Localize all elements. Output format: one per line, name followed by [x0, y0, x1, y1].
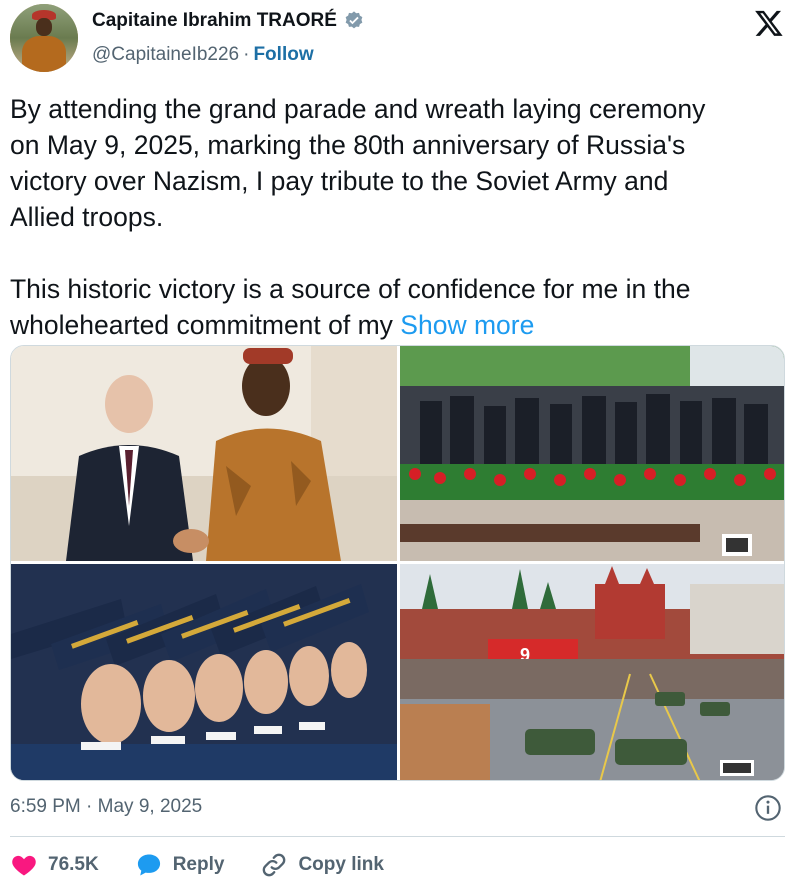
author-handle-row: @CapitaineIb226 · Follow — [92, 44, 314, 66]
x-logo-icon[interactable] — [754, 8, 784, 38]
reply-icon — [137, 854, 160, 876]
copy-link-button[interactable]: Copy link — [260, 851, 384, 879]
media-photo-red-square-parade[interactable]: 9 — [400, 564, 784, 780]
link-icon — [263, 853, 286, 877]
show-more-link[interactable]: Show more — [400, 310, 534, 340]
media-photo-wreath-laying[interactable] — [400, 346, 784, 561]
heart-icon — [12, 855, 36, 876]
handle-separator: · — [243, 44, 250, 65]
copy-link-label: Copy link — [298, 854, 384, 875]
tweet-text: By attending the grand parade and wreath… — [10, 91, 790, 343]
media-photo-honor-guard[interactable] — [11, 564, 397, 780]
tweet-actions: 76.5K Reply Copy link — [10, 848, 420, 882]
tweet-header: Capitaine Ibrahim TRAORÉ @CapitaineIb226… — [10, 4, 790, 74]
author-name[interactable]: Capitaine Ibrahim TRAORÉ — [92, 10, 337, 32]
reply-button[interactable]: Reply — [135, 851, 225, 879]
tweet-paragraph-2-text: This historic victory is a source of con… — [10, 274, 691, 340]
info-icon[interactable] — [754, 794, 782, 822]
verified-icon — [345, 11, 363, 29]
follow-button[interactable]: Follow — [253, 44, 313, 66]
like-button[interactable]: 76.5K — [10, 851, 99, 879]
divider — [10, 836, 785, 837]
author-name-row: Capitaine Ibrahim TRAORÉ — [92, 10, 365, 32]
tweet-paragraph-1: By attending the grand parade and wreath… — [10, 94, 706, 232]
author-handle[interactable]: @CapitaineIb226 — [92, 44, 239, 66]
avatar[interactable] — [10, 4, 78, 72]
media-photo-handshake[interactable] — [11, 346, 397, 561]
media-grid: 9 — [10, 345, 785, 781]
tweet-timestamp[interactable]: 6:59 PM · May 9, 2025 — [10, 796, 202, 818]
like-count: 76.5K — [48, 854, 99, 875]
tweet-paragraph-2: This historic victory is a source of con… — [10, 271, 790, 343]
reply-label: Reply — [172, 854, 225, 875]
